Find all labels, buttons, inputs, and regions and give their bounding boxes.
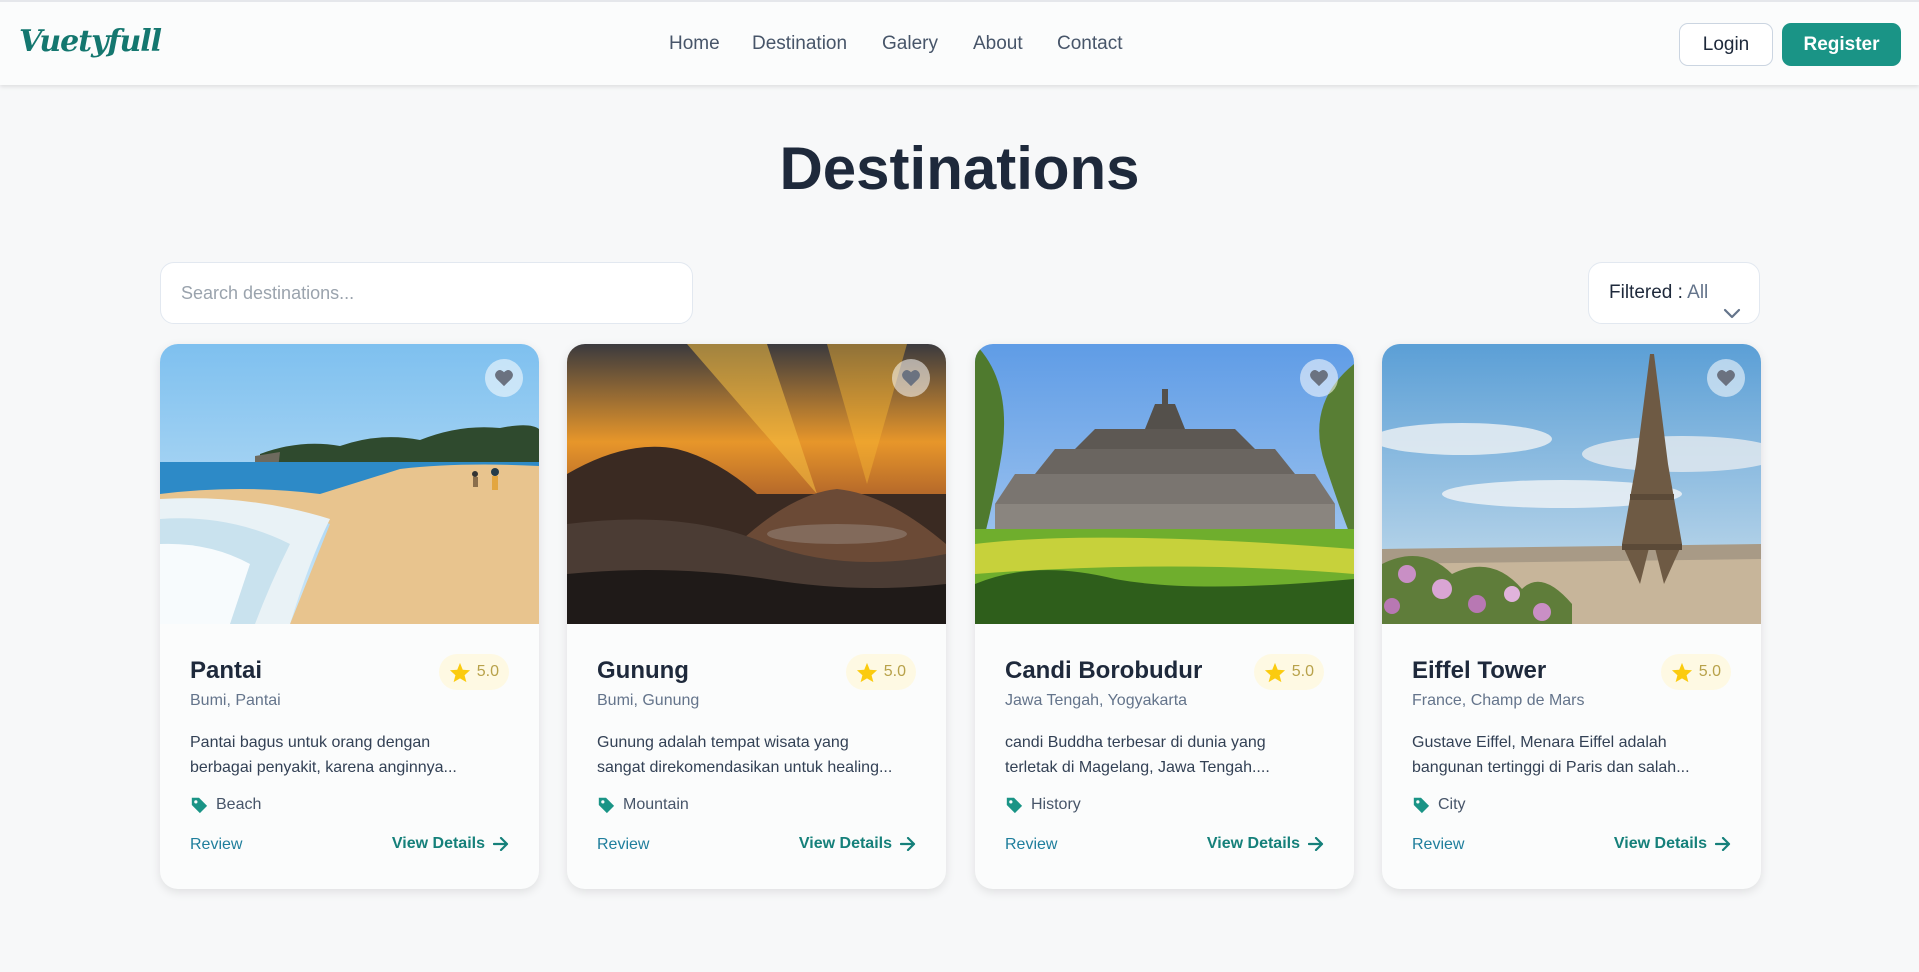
tag-icon	[1413, 797, 1430, 814]
destination-card[interactable]: Pantai 5.0 Bumi, Pantai Pantai bagus unt…	[160, 344, 539, 889]
rating-badge: 5.0	[438, 654, 509, 690]
arrow-right-icon	[1715, 837, 1731, 851]
nav-link-galery[interactable]: Galery	[882, 33, 938, 55]
chevron-down-icon	[1723, 285, 1741, 345]
tag-icon	[598, 797, 615, 814]
favorite-button[interactable]	[1300, 359, 1338, 397]
filter-value: All	[1687, 282, 1709, 303]
destination-location: Bumi, Pantai	[190, 692, 281, 709]
review-link[interactable]: Review	[1412, 836, 1464, 854]
rating-badge: 5.0	[1660, 654, 1731, 690]
destination-title: Gunung	[597, 657, 689, 684]
tag-icon	[191, 797, 208, 814]
destination-location: Bumi, Gunung	[597, 692, 700, 709]
category-tag: History	[1005, 796, 1081, 814]
view-details-link[interactable]: View Details	[1614, 835, 1731, 853]
filter-label: Filtered :	[1609, 282, 1683, 303]
filter-dropdown[interactable]: Filtered : All	[1588, 262, 1760, 324]
search-input[interactable]	[160, 262, 693, 324]
destination-title: Candi Borobudur	[1005, 657, 1203, 684]
destination-image-city[interactable]	[1382, 344, 1761, 624]
view-details-link[interactable]: View Details	[1207, 835, 1324, 853]
destination-description: Gunung adalah tempat wisata yang sangat …	[597, 734, 893, 776]
main-nav: Home Destination Galery About Contact	[0, 33, 1919, 61]
review-link[interactable]: Review	[190, 836, 242, 854]
destination-location: France, Champ de Mars	[1412, 692, 1585, 709]
destination-image-beach[interactable]	[160, 344, 539, 624]
review-link[interactable]: Review	[1005, 836, 1057, 854]
page-title: Destinations	[779, 135, 1140, 202]
heart-icon	[495, 370, 513, 387]
heart-icon	[1310, 370, 1328, 387]
category-tag: Beach	[190, 796, 261, 814]
heart-icon	[902, 370, 920, 387]
destination-description: Pantai bagus untuk orang dengan berbagai…	[190, 734, 457, 776]
destination-title: Eiffel Tower	[1412, 657, 1547, 684]
destination-card[interactable]: Candi Borobudur 5.0 Jawa Tengah, Yogyaka…	[975, 344, 1354, 889]
nav-link-about[interactable]: About	[973, 33, 1023, 55]
rating-value: 5.0	[883, 663, 906, 680]
review-link[interactable]: Review	[597, 836, 649, 854]
favorite-button[interactable]	[892, 359, 930, 397]
arrow-right-icon	[493, 837, 509, 851]
register-button[interactable]: Register	[1782, 23, 1901, 66]
destination-image-temple[interactable]	[975, 344, 1354, 624]
arrow-right-icon	[900, 837, 916, 851]
nav-link-home[interactable]: Home	[669, 33, 720, 55]
star-icon	[449, 662, 470, 682]
favorite-button[interactable]	[485, 359, 523, 397]
favorite-button[interactable]	[1707, 359, 1745, 397]
category-tag: City	[1412, 796, 1466, 814]
destination-title: Pantai	[190, 657, 263, 684]
rating-value: 5.0	[1698, 663, 1721, 680]
category-tag: Mountain	[597, 796, 689, 814]
destination-image-mountain[interactable]	[567, 344, 946, 624]
destination-location: Jawa Tengah, Yogyakarta	[1005, 692, 1188, 709]
destination-description: Gustave Eiffel, Menara Eiffel adalah ban…	[1412, 734, 1690, 776]
navbar: Vuetyfull Home Destination Galery About …	[0, 0, 1919, 85]
star-icon	[1264, 662, 1285, 682]
destination-description: candi Buddha terbesar di dunia yang terl…	[1005, 734, 1270, 776]
rating-value: 5.0	[1291, 663, 1314, 680]
rating-badge: 5.0	[845, 654, 916, 690]
arrow-right-icon	[1308, 837, 1324, 851]
rating-value: 5.0	[476, 663, 499, 680]
star-icon	[1671, 662, 1692, 682]
rating-badge: 5.0	[1253, 654, 1324, 690]
destination-card[interactable]: Gunung 5.0 Bumi, Gunung Gunung adalah te…	[567, 344, 946, 889]
tag-icon	[1006, 797, 1023, 814]
nav-link-contact[interactable]: Contact	[1057, 33, 1122, 55]
nav-link-destination[interactable]: Destination	[752, 33, 847, 55]
destination-card[interactable]: Eiffel Tower 5.0 France, Champ de Mars G…	[1382, 344, 1761, 889]
view-details-link[interactable]: View Details	[392, 835, 509, 853]
login-button[interactable]: Login	[1679, 23, 1773, 66]
heart-icon	[1717, 370, 1735, 387]
star-icon	[856, 662, 877, 682]
view-details-link[interactable]: View Details	[799, 835, 916, 853]
